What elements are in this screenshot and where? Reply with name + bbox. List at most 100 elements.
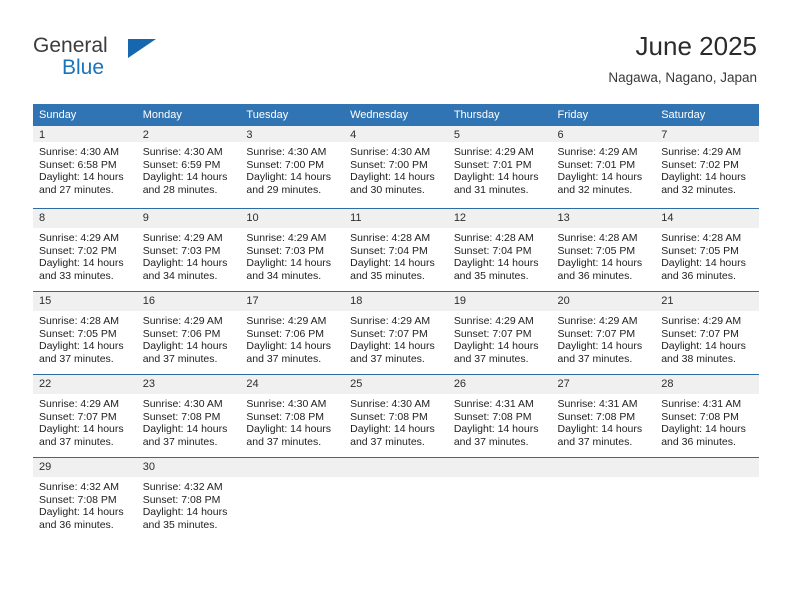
day-cell[interactable]: 4 Sunrise: 4:30 AM Sunset: 7:00 PM Daylight… [344,126,448,209]
day-cell[interactable]: 16 Sunrise: 4:29 AM Sunset: 7:06 PM Dayligh… [136,291,241,375]
sunrise-text: Sunrise: 4:30 AM [39,146,119,158]
day-cell[interactable]: 20 Sunrise: 4:29 AM Sunset: 7:07 PM Dayligh… [551,291,656,375]
daylight-text-line2: and 31 minutes. [453,183,529,196]
day-cell-empty [344,457,448,540]
daylight-text-line1: Daylight: 14 hours [246,171,332,184]
sunset-text: Sunset: 7:07 PM [39,410,117,423]
day-details: Sunrise: 4:29 AM Sunset: 7:07 PM Daylight:… [33,394,137,448]
day-cell[interactable]: 14 Sunrise: 4:28 AM Sunset: 7:05 PM Dayligh… [655,208,759,292]
daylight-text-line2: and 30 minutes. [350,183,425,196]
sunset-text: Sunset: 6:59 PM [142,158,221,171]
day-cell[interactable]: 13 Sunrise: 4:28 AM Sunset: 7:05 PM Dayligh… [551,208,656,292]
day-cell[interactable]: 6 Sunrise: 4:29 AM Sunset: 7:01 PM Daylight… [551,126,656,209]
day-cell[interactable]: 11 Sunrise: 4:28 AM Sunset: 7:04 PM Dayligh… [344,208,448,292]
sunrise-text: Sunrise: 4:30 AM [142,146,223,158]
day-cell[interactable]: 7 Sunrise: 4:29 AM Sunset: 7:02 PM Daylight… [655,126,759,209]
daylight-text-line2: and 35 minutes. [453,269,529,282]
day-details: Sunrise: 4:29 AM Sunset: 7:01 PM Daylight:… [448,142,552,196]
day-cell[interactable]: 5 Sunrise: 4:29 AM Sunset: 7:01 PM Daylight… [447,126,552,209]
day-cell[interactable]: 26 Sunrise: 4:31 AM Sunset: 7:08 PM Dayligh… [447,374,552,458]
day-number [344,458,448,477]
day-number: 9 [136,209,241,228]
sunset-text: Sunset: 7:08 PM [661,410,739,423]
daylight-text-line2: and 37 minutes. [246,352,322,365]
day-number: 16 [136,292,241,311]
sunset-text: Sunset: 7:07 PM [453,327,532,340]
day-number: 5 [447,126,552,142]
day-number: 11 [344,209,448,228]
daylight-text-line1: Daylight: 14 hours [39,506,124,519]
weekday-header-monday: Monday [136,104,241,126]
day-cell[interactable]: 2 Sunrise: 4:30 AM Sunset: 6:59 PM Daylight… [136,126,241,209]
day-cell[interactable]: 29 Sunrise: 4:32 AM Sunset: 7:08 PM Dayligh… [33,457,137,540]
sunset-text: Sunset: 7:08 PM [142,410,221,423]
day-cell[interactable]: 23 Sunrise: 4:30 AM Sunset: 7:08 PM Dayligh… [136,374,241,458]
day-details: Sunrise: 4:30 AM Sunset: 6:58 PM Daylight:… [33,142,137,196]
sunrise-text: Sunrise: 4:31 AM [453,398,534,410]
day-cell-empty [447,457,552,540]
daylight-text-line1: Daylight: 14 hours [246,257,332,270]
daylight-text-line1: Daylight: 14 hours [350,340,435,353]
sunset-text: Sunset: 7:03 PM [142,244,221,257]
day-number: 19 [447,292,552,311]
calendar-week-row: 29 Sunrise: 4:32 AM Sunset: 7:08 PM Dayligh… [33,457,759,540]
day-details: Sunrise: 4:32 AM Sunset: 7:08 PM Daylight:… [137,477,241,531]
day-details: Sunrise: 4:29 AM Sunset: 7:07 PM Daylight:… [344,311,448,365]
sunrise-text: Sunrise: 4:28 AM [350,232,431,244]
day-number [240,458,345,477]
day-cell[interactable]: 3 Sunrise: 4:30 AM Sunset: 7:00 PM Daylight… [240,126,345,209]
calendar-page: General Blue June 2025 Nagawa, Nagano, J… [0,0,792,612]
sunset-text: Sunset: 6:58 PM [39,158,117,171]
day-cell[interactable]: 24 Sunrise: 4:30 AM Sunset: 7:08 PM Dayligh… [240,374,345,458]
day-cell[interactable]: 9 Sunrise: 4:29 AM Sunset: 7:03 PM Daylight… [136,208,241,292]
general-blue-logo[interactable]: General Blue [33,34,233,86]
day-details: Sunrise: 4:30 AM Sunset: 7:08 PM Daylight:… [240,394,344,448]
day-cell[interactable]: 10 Sunrise: 4:29 AM Sunset: 7:03 PM Dayligh… [240,208,345,292]
day-cell[interactable]: 12 Sunrise: 4:28 AM Sunset: 7:04 PM Dayligh… [447,208,552,292]
day-number: 10 [240,209,345,228]
daylight-text-line2: and 38 minutes. [661,352,736,365]
daylight-text-line2: and 35 minutes. [142,518,218,531]
day-cell[interactable]: 22 Sunrise: 4:29 AM Sunset: 7:07 PM Dayligh… [33,374,137,458]
day-cell[interactable]: 27 Sunrise: 4:31 AM Sunset: 7:08 PM Dayligh… [551,374,656,458]
day-cell[interactable]: 15 Sunrise: 4:28 AM Sunset: 7:05 PM Dayligh… [33,291,137,375]
brand-name-blue: Blue [62,56,105,79]
sunset-text: Sunset: 7:08 PM [142,493,221,506]
day-details: Sunrise: 4:28 AM Sunset: 7:05 PM Daylight:… [552,228,656,282]
day-cell[interactable]: 19 Sunrise: 4:29 AM Sunset: 7:07 PM Dayligh… [447,291,552,375]
sunrise-text: Sunrise: 4:30 AM [246,398,327,410]
daylight-text-line2: and 36 minutes. [557,269,633,282]
day-cell[interactable]: 25 Sunrise: 4:30 AM Sunset: 7:08 PM Dayligh… [344,374,448,458]
weekday-header-thursday: Thursday [447,104,552,126]
weekday-header-tuesday: Tuesday [240,104,345,126]
sunset-text: Sunset: 7:02 PM [39,244,117,257]
day-details: Sunrise: 4:31 AM Sunset: 7:08 PM Daylight:… [655,394,759,448]
day-cell[interactable]: 8 Sunrise: 4:29 AM Sunset: 7:02 PM Daylight… [33,208,137,292]
daylight-text-line1: Daylight: 14 hours [453,340,539,353]
day-cell[interactable]: 17 Sunrise: 4:29 AM Sunset: 7:06 PM Dayligh… [240,291,345,375]
day-cell[interactable]: 28 Sunrise: 4:31 AM Sunset: 7:08 PM Dayligh… [655,374,759,458]
sunrise-text: Sunrise: 4:32 AM [39,481,119,493]
day-cell[interactable]: 21 Sunrise: 4:29 AM Sunset: 7:07 PM Dayligh… [655,291,759,375]
daylight-text-line2: and 32 minutes. [557,183,633,196]
sunrise-text: Sunrise: 4:29 AM [142,232,223,244]
sunset-text: Sunset: 7:00 PM [350,158,428,171]
sunset-text: Sunset: 7:07 PM [557,327,636,340]
day-details: Sunrise: 4:29 AM Sunset: 7:07 PM Daylight:… [448,311,552,365]
day-details: Sunrise: 4:30 AM Sunset: 6:59 PM Daylight:… [137,142,241,196]
day-details: Sunrise: 4:29 AM Sunset: 7:01 PM Daylight:… [552,142,656,196]
day-number: 6 [551,126,656,142]
day-number: 15 [33,292,137,311]
location-subtitle: Nagawa, Nagano, Japan [608,70,757,85]
day-cell[interactable]: 30 Sunrise: 4:32 AM Sunset: 7:08 PM Dayligh… [136,457,241,540]
sunrise-text: Sunrise: 4:30 AM [350,398,431,410]
weekday-header-sunday: Sunday [33,104,137,126]
day-details: Sunrise: 4:29 AM Sunset: 7:03 PM Daylight:… [240,228,344,282]
sunset-text: Sunset: 7:01 PM [453,158,532,171]
day-details: Sunrise: 4:29 AM Sunset: 7:07 PM Daylight:… [655,311,759,365]
day-cell[interactable]: 18 Sunrise: 4:29 AM Sunset: 7:07 PM Dayligh… [344,291,448,375]
day-cell[interactable]: 1 Sunrise: 4:30 AM Sunset: 6:58 PM Daylight… [33,126,137,209]
sunrise-text: Sunrise: 4:29 AM [142,315,223,327]
daylight-text-line1: Daylight: 14 hours [142,340,228,353]
day-details: Sunrise: 4:29 AM Sunset: 7:06 PM Daylight:… [240,311,344,365]
